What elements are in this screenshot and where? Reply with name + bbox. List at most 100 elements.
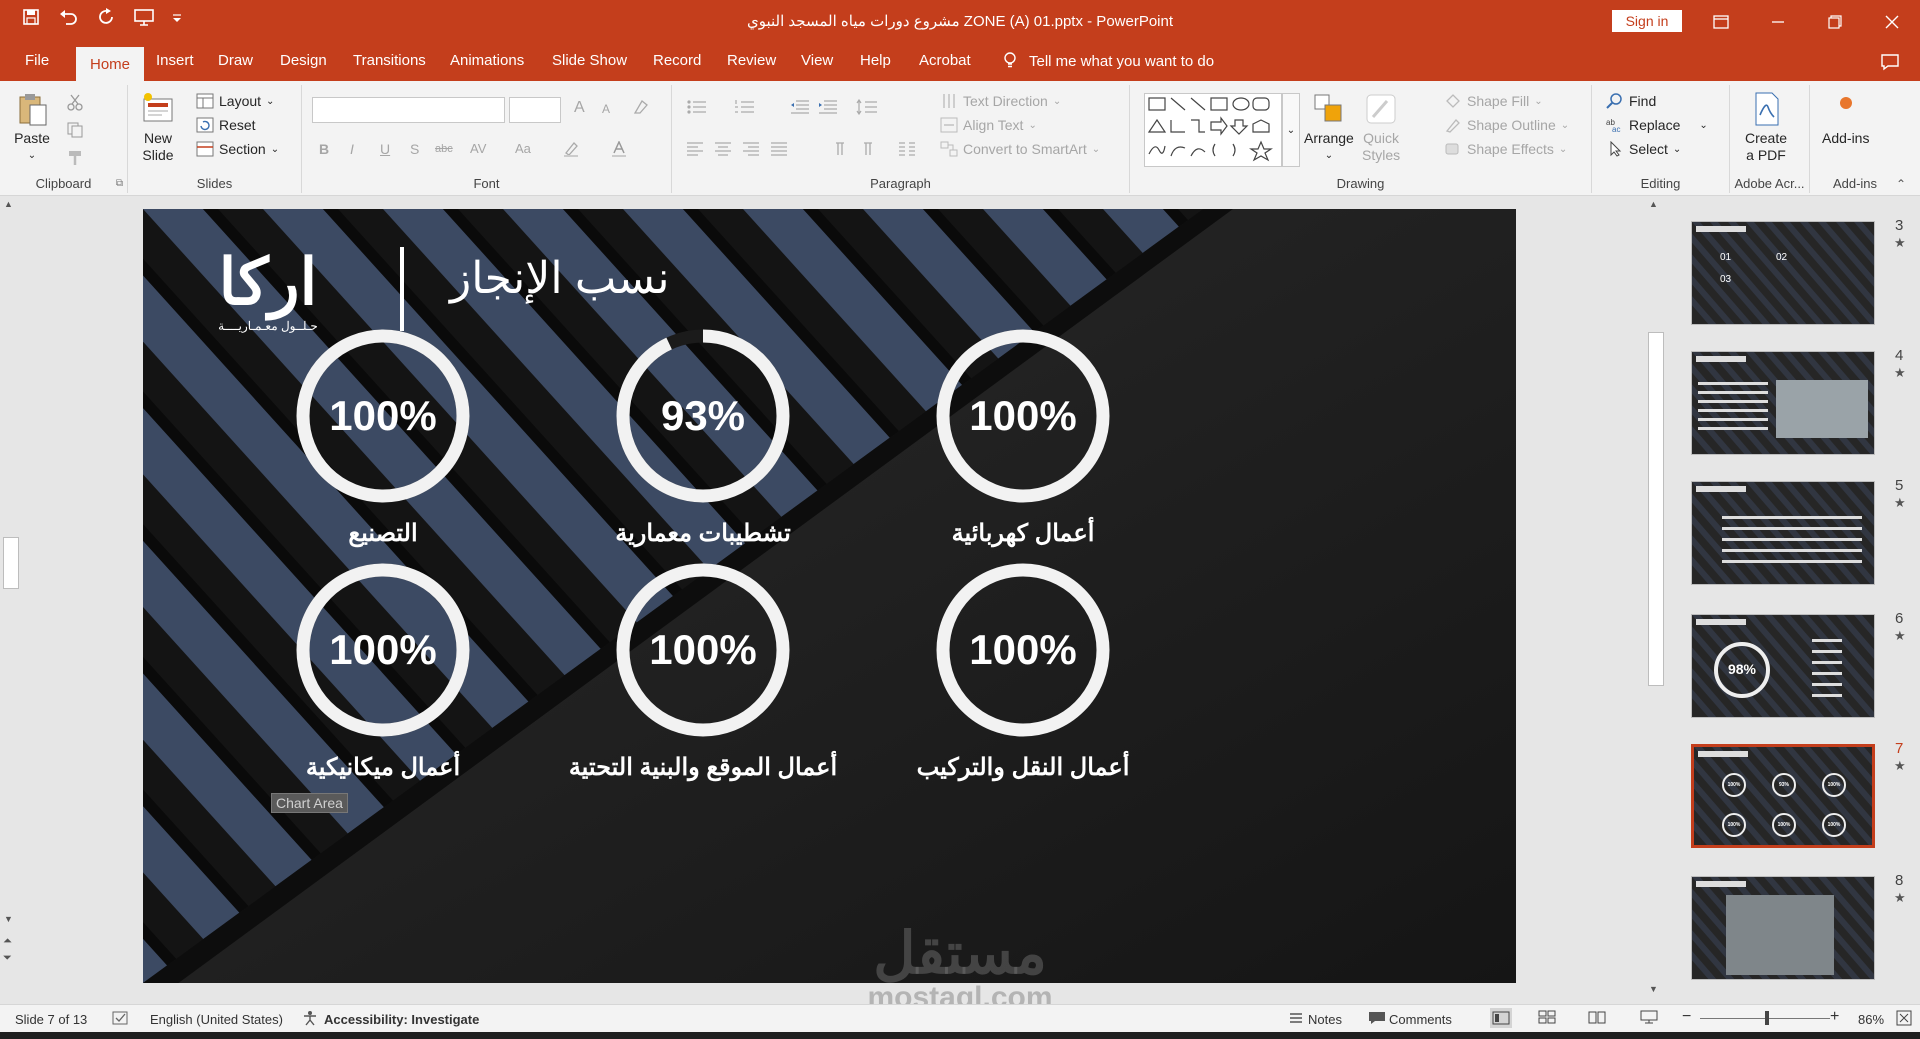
strikethrough-button[interactable]: abc — [435, 143, 453, 155]
scroll-up-icon[interactable]: ▲ — [4, 199, 13, 209]
zoom-slider[interactable] — [1700, 1011, 1830, 1025]
gauge-label[interactable]: أعمال كهربائية — [823, 519, 1223, 548]
accessibility-status[interactable]: Accessibility: Investigate — [324, 1012, 479, 1027]
notes-icon[interactable] — [1288, 1010, 1304, 1026]
tab-home[interactable]: Home — [76, 47, 144, 81]
addins-button[interactable]: Add-ins — [1822, 91, 1869, 147]
editor-scrollbar[interactable]: ▲ ▼ ⏶ ⏷ — [0, 197, 20, 1002]
tab-help[interactable]: Help — [860, 52, 891, 69]
progress-gauge[interactable]: 93% — [614, 327, 792, 505]
increase-indent-icon[interactable] — [818, 99, 838, 115]
tab-record[interactable]: Record — [653, 52, 701, 69]
highlight-icon[interactable] — [562, 141, 580, 157]
zoom-in-icon[interactable]: + — [1830, 1008, 1839, 1026]
next-slide-icon[interactable]: ⏷ — [3, 952, 12, 965]
scroll-down-icon[interactable]: ▼ — [1649, 984, 1658, 994]
slide-counter[interactable]: Slide 7 of 13 — [15, 1012, 87, 1027]
progress-gauge[interactable]: 100% — [934, 327, 1112, 505]
tab-review[interactable]: Review — [727, 52, 776, 69]
animation-star-icon[interactable]: ★ — [1894, 365, 1906, 381]
font-color-icon[interactable] — [610, 141, 628, 157]
progress-gauge[interactable]: 100% — [294, 327, 472, 505]
replace-button[interactable]: ab ac Replace ⌄ — [1606, 117, 1708, 133]
text-direction-rtl-icon[interactable] — [830, 141, 848, 157]
animation-star-icon[interactable]: ★ — [1894, 758, 1906, 774]
progress-gauge[interactable]: 100% — [614, 561, 792, 739]
section-button[interactable]: Section ⌄ — [196, 141, 279, 157]
line-spacing-icon[interactable] — [856, 99, 878, 115]
zoom-level[interactable]: 86% — [1858, 1012, 1884, 1027]
collapse-ribbon-icon[interactable]: ⌃ — [1896, 177, 1906, 191]
tab-slideshow[interactable]: Slide Show — [552, 52, 627, 69]
columns-icon[interactable] — [898, 141, 916, 157]
shadow-button[interactable]: S — [410, 141, 419, 157]
reset-button[interactable]: Reset — [196, 117, 256, 133]
close-icon[interactable] — [1863, 0, 1920, 43]
italic-button[interactable]: I — [350, 141, 354, 157]
comments-pane-icon[interactable] — [1880, 53, 1900, 71]
slide-thumbnail[interactable]: 01 02 03 — [1691, 221, 1875, 325]
quick-styles-button[interactable]: Quick Styles — [1362, 91, 1400, 164]
shape-effects-button[interactable]: Shape Effects ⌄ — [1444, 141, 1567, 157]
layout-button[interactable]: Layout ⌄ — [196, 93, 274, 109]
slideshow-view-icon[interactable] — [1640, 1010, 1658, 1024]
progress-gauge[interactable]: 100% — [294, 561, 472, 739]
find-button[interactable]: Find — [1606, 93, 1656, 109]
tab-insert[interactable]: Insert — [156, 52, 194, 69]
justify-icon[interactable] — [770, 141, 788, 157]
new-slide-button[interactable]: New Slide — [140, 91, 176, 164]
tab-file[interactable]: File — [25, 52, 49, 69]
scroll-up-icon[interactable]: ▲ — [1649, 199, 1658, 209]
accessibility-icon[interactable] — [302, 1010, 320, 1026]
convert-smartart-button[interactable]: Convert to SmartArt ⌄ — [940, 141, 1100, 157]
minimize-icon[interactable] — [1749, 0, 1806, 43]
tab-design[interactable]: Design — [280, 52, 327, 69]
animation-star-icon[interactable]: ★ — [1894, 235, 1906, 251]
tell-me-search[interactable]: Tell me what you want to do — [1003, 52, 1214, 70]
animation-star-icon[interactable]: ★ — [1894, 890, 1906, 906]
slide-thumbnail[interactable]: 100% 93% 100% 100% 100% 100% — [1691, 744, 1875, 848]
align-text-button[interactable]: Align Text ⌄ — [940, 117, 1037, 133]
scroll-down-icon[interactable]: ▼ — [4, 914, 13, 924]
dialog-launcher-icon[interactable]: ⧉ — [116, 178, 123, 189]
shape-outline-button[interactable]: Shape Outline ⌄ — [1444, 117, 1569, 133]
slide-thumbnail[interactable] — [1691, 876, 1875, 980]
reading-view-icon[interactable] — [1588, 1010, 1606, 1024]
ribbon-display-options-icon[interactable] — [1692, 0, 1749, 43]
align-right-icon[interactable] — [742, 141, 760, 157]
tab-animations[interactable]: Animations — [450, 52, 524, 69]
text-direction-ltr-icon[interactable] — [858, 141, 876, 157]
font-name-combobox[interactable] — [312, 97, 505, 123]
copy-icon[interactable] — [66, 121, 84, 139]
animation-star-icon[interactable]: ★ — [1894, 628, 1906, 644]
zoom-slider-thumb[interactable] — [1765, 1011, 1769, 1025]
increase-font-size-button[interactable]: A — [574, 99, 585, 117]
slide-thumbnail[interactable] — [1691, 351, 1875, 455]
sign-in-button[interactable]: Sign in — [1612, 10, 1682, 32]
decrease-font-size-button[interactable]: A — [602, 102, 610, 116]
bullets-icon[interactable] — [686, 99, 708, 115]
gauge-label[interactable]: أعمال النقل والتركيب — [823, 753, 1223, 782]
slide-thumbnail[interactable] — [1691, 481, 1875, 585]
paste-button[interactable]: Paste ⌄ — [14, 91, 50, 164]
shape-fill-button[interactable]: Shape Fill ⌄ — [1444, 93, 1543, 109]
restore-icon[interactable] — [1806, 0, 1863, 43]
scroll-thumb[interactable] — [3, 537, 19, 589]
clear-formatting-icon[interactable] — [632, 99, 650, 115]
slide-sorter-icon[interactable] — [1538, 1010, 1556, 1024]
create-pdf-button[interactable]: Create a PDF — [1745, 91, 1787, 164]
animation-star-icon[interactable]: ★ — [1894, 495, 1906, 511]
fit-to-window-icon[interactable] — [1896, 1010, 1912, 1026]
select-button[interactable]: Select ⌄ — [1606, 141, 1681, 157]
comments-button[interactable]: Comments — [1389, 1012, 1452, 1027]
zoom-out-icon[interactable]: − — [1682, 1008, 1691, 1026]
font-size-combobox[interactable] — [509, 97, 561, 123]
text-direction-button[interactable]: Text Direction ⌄ — [940, 93, 1061, 109]
slide-thumbnail[interactable]: 98% — [1691, 614, 1875, 718]
comments-icon[interactable] — [1368, 1010, 1386, 1026]
align-left-icon[interactable] — [686, 141, 704, 157]
shapes-gallery[interactable] — [1144, 93, 1282, 167]
change-case-button[interactable]: Aa — [515, 141, 531, 156]
character-spacing-button[interactable]: AV — [470, 141, 486, 156]
normal-view-icon[interactable] — [1490, 1008, 1512, 1028]
